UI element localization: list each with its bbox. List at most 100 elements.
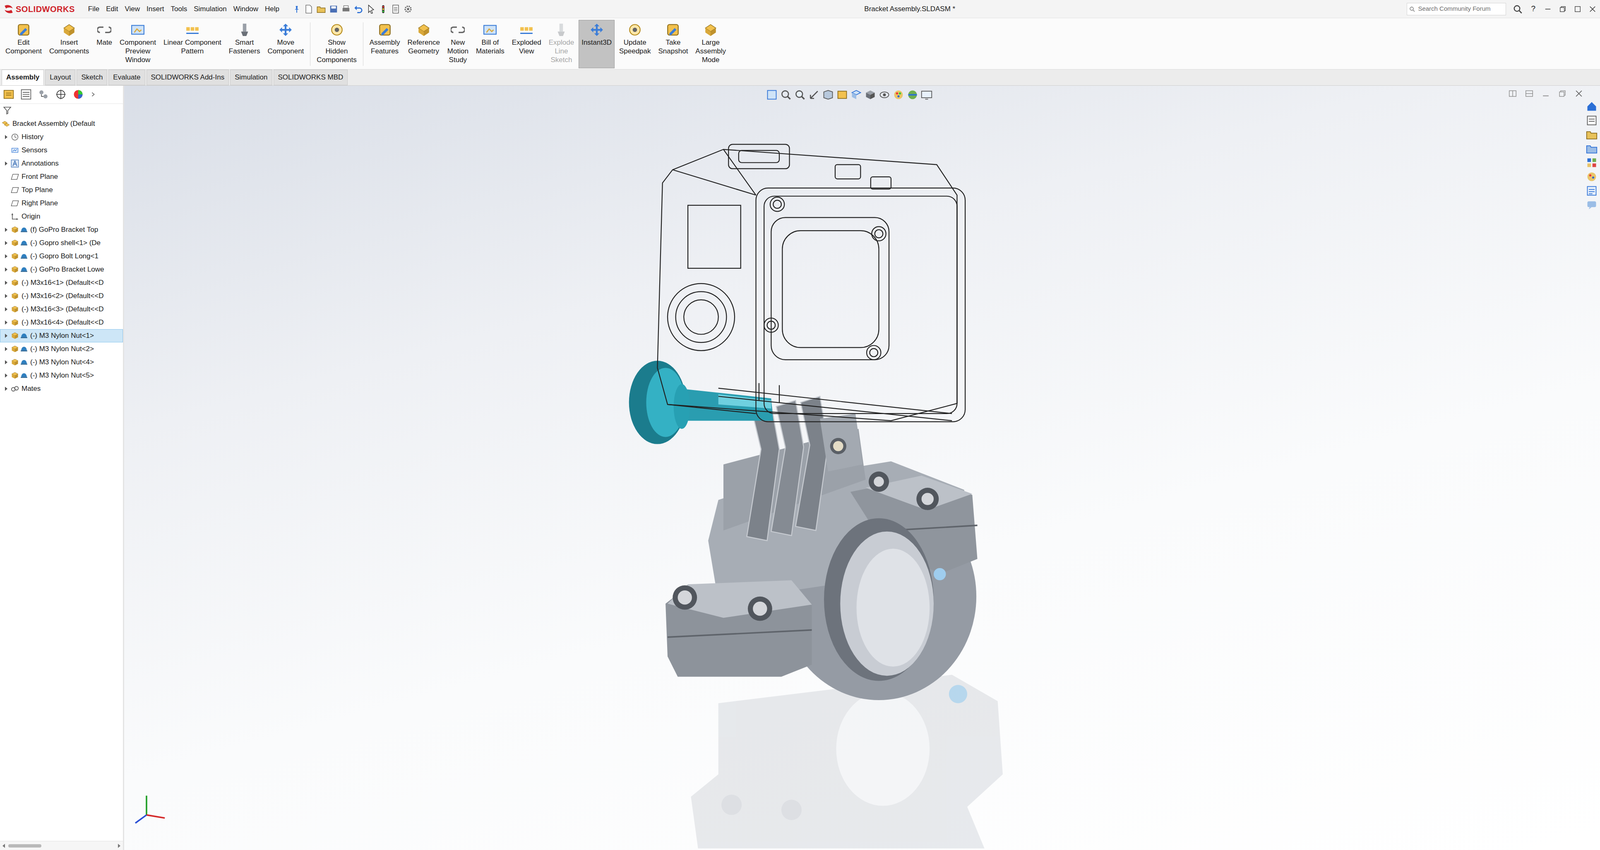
instant3d-icon[interactable]: [589, 22, 605, 38]
ribbon-button[interactable]: ShowHiddenComponents: [313, 19, 360, 69]
graphics-area[interactable]: [124, 85, 1600, 850]
ribbon-button[interactable]: ComponentPreviewWindow: [116, 19, 159, 69]
scroll-right-icon[interactable]: [117, 843, 121, 848]
view-minimize-icon[interactable]: [1541, 88, 1551, 99]
property-manager-icon[interactable]: [20, 88, 32, 100]
options-icon[interactable]: [403, 4, 413, 14]
tree-item[interactable]: (-) M3 Nylon Nut<4>: [0, 355, 123, 369]
menu-item[interactable]: Tools: [167, 2, 191, 16]
expand-arrow[interactable]: [1, 293, 11, 298]
save-icon[interactable]: [329, 4, 339, 14]
linear-component-pattern-icon[interactable]: [184, 22, 200, 38]
take-snapshot-icon[interactable]: [665, 22, 681, 38]
insert-components-icon[interactable]: [61, 22, 77, 38]
ribbon-button[interactable]: SmartFasteners: [225, 19, 264, 69]
expand-arrow-icon[interactable]: [4, 227, 8, 232]
ribbon-button[interactable]: AssemblyFeatures: [366, 19, 404, 69]
ribbon-button[interactable]: ExplodedView: [509, 19, 545, 69]
split-icon[interactable]: [1524, 88, 1534, 99]
command-tab[interactable]: Layout: [45, 69, 76, 86]
ribbon-button[interactable]: Mate: [93, 19, 116, 69]
ribbon-button[interactable]: NewMotionStudy: [444, 19, 472, 69]
new-motion-study-icon[interactable]: [450, 22, 466, 38]
menu-item[interactable]: Insert: [143, 2, 168, 16]
tree-item[interactable]: (-) M3x16<1> (Default<<D: [0, 276, 123, 290]
ribbon-button[interactable]: ReferenceGeometry: [404, 19, 443, 69]
tree-item[interactable]: (-) M3 Nylon Nut<1>: [0, 329, 123, 343]
view-settings-icon[interactable]: [920, 88, 933, 101]
tree-item[interactable]: Origin: [0, 209, 123, 224]
ribbon-button[interactable]: Linear ComponentPattern: [160, 19, 225, 69]
reference-geometry-icon[interactable]: [416, 22, 432, 38]
large-assembly-mode-icon[interactable]: [703, 22, 719, 38]
view-restore-icon[interactable]: [1557, 88, 1567, 99]
exploded-view-icon[interactable]: [518, 22, 534, 38]
expand-arrow[interactable]: [1, 386, 11, 391]
minimize-icon[interactable]: [1543, 4, 1552, 14]
expand-arrow[interactable]: [1, 307, 11, 312]
tile-icon[interactable]: [1508, 88, 1518, 99]
tree-item[interactable]: (-) M3x16<4> (Default<<D: [0, 315, 123, 330]
home-icon[interactable]: [1585, 100, 1598, 113]
expand-arrow-icon[interactable]: [4, 320, 8, 325]
ribbon-button[interactable]: MoveComponent: [264, 19, 307, 69]
view-palette-icon[interactable]: [1585, 156, 1598, 169]
expand-arrow[interactable]: [1, 254, 11, 259]
menu-item[interactable]: View: [121, 2, 144, 16]
filter-icon[interactable]: [3, 105, 13, 116]
ribbon-button[interactable]: UpdateSpeedpak: [616, 19, 654, 69]
menu-item[interactable]: Help: [261, 2, 283, 16]
command-tab[interactable]: SOLIDWORKS MBD: [273, 69, 349, 86]
dynamic-annotation-icon[interactable]: [836, 88, 849, 101]
mate-icon[interactable]: [96, 22, 112, 38]
file-explorer-icon[interactable]: [1585, 142, 1598, 155]
edit-appearance-icon[interactable]: [892, 88, 905, 101]
command-tab[interactable]: Evaluate: [108, 69, 145, 86]
expand-arrow[interactable]: [1, 346, 11, 351]
expand-arrow-icon[interactable]: [4, 346, 8, 351]
ribbon-button[interactable]: Instant3D: [578, 19, 615, 69]
smart-fasteners-icon[interactable]: [237, 22, 253, 38]
new-document-icon[interactable]: [304, 4, 314, 14]
view-close-icon[interactable]: [1574, 88, 1584, 99]
tree-item[interactable]: (-) M3x16<2> (Default<<D: [0, 289, 123, 303]
display-style-icon[interactable]: [864, 88, 877, 101]
undo-icon[interactable]: [353, 4, 363, 14]
feature-manager-icon[interactable]: [3, 88, 15, 100]
command-tab[interactable]: Assembly: [1, 69, 44, 86]
assembly-model[interactable]: [124, 85, 1600, 850]
tree-item[interactable]: Mates: [0, 381, 123, 396]
update-speedpak-icon[interactable]: [627, 22, 643, 38]
expand-arrow-icon[interactable]: [4, 134, 8, 140]
menu-item[interactable]: Edit: [102, 2, 122, 16]
expand-arrow-icon[interactable]: [4, 280, 8, 285]
select-icon[interactable]: [366, 4, 376, 14]
expand-arrow[interactable]: [1, 373, 11, 378]
search-icon[interactable]: [1512, 4, 1523, 15]
expand-arrow[interactable]: [1, 240, 11, 246]
menu-item[interactable]: Window: [230, 2, 262, 16]
tree-item[interactable]: (-) M3x16<3> (Default<<D: [0, 302, 123, 316]
tree-item[interactable]: (f) GoPro Bracket Top: [0, 223, 123, 237]
expand-arrow[interactable]: [1, 227, 11, 232]
pin-icon[interactable]: [292, 4, 301, 14]
move-component-icon[interactable]: [278, 22, 294, 38]
tree-item[interactable]: (-) Gopro Bolt Long<1: [0, 249, 123, 263]
expand-arrow-icon[interactable]: [4, 267, 8, 272]
ribbon-button[interactable]: InsertComponents: [46, 19, 92, 69]
app-logo[interactable]: SOLIDWORKS: [3, 2, 75, 16]
expand-arrow[interactable]: [1, 134, 11, 140]
display-manager-icon[interactable]: [72, 88, 84, 100]
expand-arrow[interactable]: [1, 161, 11, 166]
previous-view-icon[interactable]: [808, 88, 820, 101]
expand-arrow-icon[interactable]: [4, 386, 8, 391]
expand-arrow-icon[interactable]: [4, 333, 8, 338]
tree-item[interactable]: (-) Gopro shell<1> (De: [0, 236, 123, 250]
resources-icon[interactable]: [1585, 114, 1598, 127]
menu-item[interactable]: Simulation: [190, 2, 230, 16]
appearances-icon[interactable]: [1585, 170, 1598, 183]
tree-item[interactable]: Right Plane: [0, 196, 123, 210]
restore-icon[interactable]: [1558, 4, 1567, 14]
close-icon[interactable]: [1588, 4, 1597, 14]
expand-arrow-icon[interactable]: [4, 240, 8, 246]
